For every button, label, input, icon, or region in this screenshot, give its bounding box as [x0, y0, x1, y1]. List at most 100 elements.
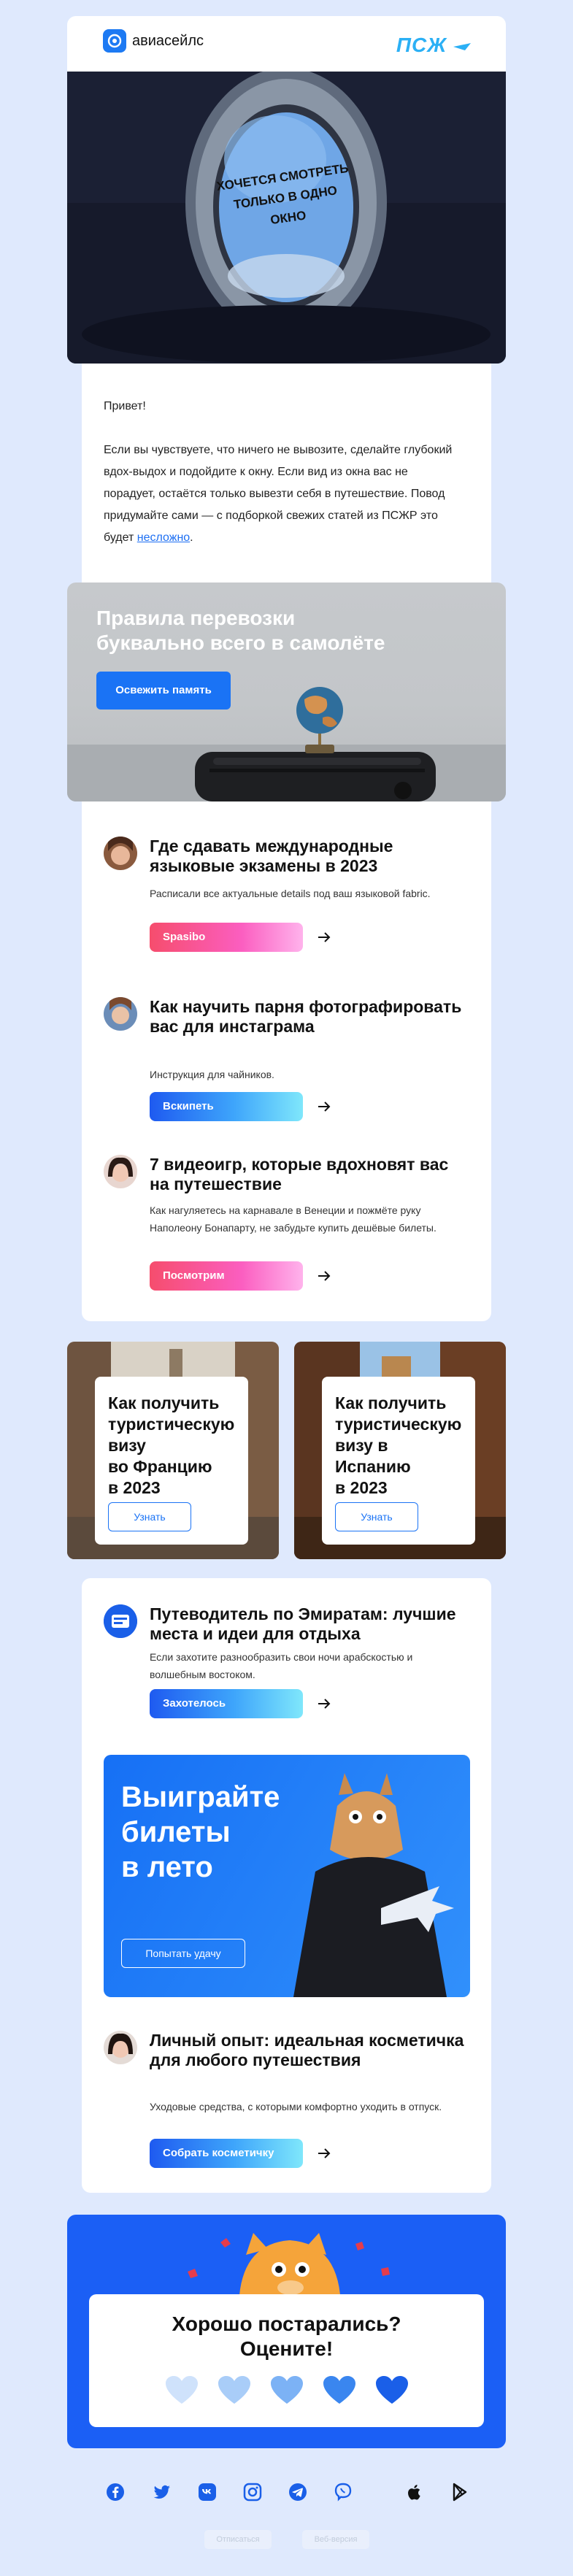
rating-card: Хорошо постарались? Оцените!: [89, 2294, 484, 2427]
visa-title-line: Испанию: [335, 1457, 411, 1476]
pszh-logo[interactable]: ПСЖ: [396, 34, 471, 57]
visa-card-body: Как получить туристическую визу в Испани…: [322, 1377, 475, 1545]
mascot-illustration: [293, 1773, 454, 1997]
article-title[interactable]: Как научить парня фотографировать вас дл…: [150, 997, 471, 1037]
heart-shape: [270, 2376, 303, 2404]
arrow-right-icon[interactable]: [315, 2145, 333, 2162]
heart-icon[interactable]: [323, 2376, 355, 2405]
intro-link[interactable]: несложно: [137, 531, 190, 544]
author-avatar: [104, 1155, 137, 1188]
visa-title-line: во Францию: [108, 1457, 212, 1476]
twitter-icon[interactable]: [152, 2482, 172, 2502]
heart-shape: [218, 2376, 250, 2404]
cosmetics-description: Уходовые средства, с которыми комфортно …: [150, 2101, 442, 2112]
promo-title-line: Выиграйте: [121, 1781, 280, 1813]
visa-spain-card[interactable]: Как получить туристическую визу в Испани…: [294, 1342, 506, 1559]
author-avatar: [104, 2031, 137, 2064]
arrow-right-icon[interactable]: [315, 928, 333, 946]
arrow-right-icon[interactable]: [315, 1098, 333, 1115]
visa-title-line: визу в: [335, 1436, 388, 1455]
uae-guide-icon: [104, 1604, 137, 1638]
google-play-icon[interactable]: [450, 2482, 470, 2502]
intro-body: Если вы чувствуете, что ничего не вывози…: [104, 444, 453, 544]
refresh-memory-button[interactable]: Освежить память: [96, 672, 231, 710]
heart-icon[interactable]: [270, 2376, 303, 2405]
cosmetics-button[interactable]: Собрать косметичку: [150, 2139, 303, 2168]
visa-title-line: туристическую: [335, 1415, 462, 1434]
author-avatar: [104, 997, 137, 1031]
facebook-icon[interactable]: [105, 2482, 126, 2502]
unsubscribe-link[interactable]: Отписаться: [204, 2530, 272, 2549]
promo-title-line: в лето: [121, 1851, 213, 1883]
intro-body-end: .: [190, 531, 193, 544]
visa-france-card[interactable]: Как получить туристическую визу во Франц…: [67, 1342, 279, 1559]
telegram-icon[interactable]: [288, 2482, 308, 2502]
promo-title: Выиграйте билеты в лето: [121, 1780, 280, 1885]
heart-icon[interactable]: [165, 2376, 198, 2405]
arrow-right-icon[interactable]: [315, 1267, 333, 1285]
heart-shape: [165, 2376, 198, 2404]
article-description: Инструкция для чайников.: [150, 1069, 274, 1080]
visa-title: Как получить туристическую визу во Франц…: [108, 1393, 235, 1499]
promo-title-line: билеты: [121, 1816, 231, 1848]
arrow-right-icon[interactable]: [315, 1695, 333, 1712]
logo-text: авиасейлс: [132, 32, 204, 49]
visa-title-line: в 2023: [335, 1478, 388, 1497]
article-title[interactable]: 7 видеоигр, которые вдохновят вас на пут…: [150, 1155, 471, 1194]
email-header: авиасейлс ПСЖ: [67, 16, 506, 72]
rating-title-line: Хорошо постарались?: [172, 2312, 401, 2335]
cosmetics-title[interactable]: Личный опыт: идеальная косметичка для лю…: [150, 2031, 471, 2070]
pszh-logo-text: ПСЖ: [396, 34, 447, 56]
visa-title-line: визу: [108, 1436, 146, 1455]
heart-shape: [375, 2376, 408, 2404]
cosmetics-article: Личный опыт: идеальная косметичка для лю…: [104, 2031, 483, 2177]
guide-card: Путеводитель по Эмиратам: лучшие места и…: [82, 1578, 491, 2193]
article-button[interactable]: Вскипеть: [150, 1092, 303, 1121]
visa-title-line: Как получить: [335, 1393, 447, 1412]
author-avatar: [104, 837, 137, 870]
rating-title-line: Оцените!: [239, 2337, 334, 2360]
articles-card: Где сдавать международные языковые экзам…: [82, 801, 491, 1321]
visa-title-line: в 2023: [108, 1478, 161, 1497]
baggage-rules-banner[interactable]: Правила перевозки буквально всего в само…: [67, 583, 506, 801]
intro-paragraph: Если вы чувствуете, что ничего не вывози…: [104, 439, 462, 549]
heart-icon[interactable]: [218, 2376, 250, 2405]
win-tickets-promo[interactable]: Выиграйте билеты в лето Попытать удачу: [104, 1755, 470, 1997]
rating-title: Хорошо постарались? Оцените!: [89, 2312, 484, 2361]
apple-icon[interactable]: [404, 2482, 425, 2502]
web-version-link[interactable]: Веб-версия: [302, 2530, 369, 2549]
guide-title[interactable]: Путеводитель по Эмиратам: лучшие места и…: [150, 1604, 471, 1644]
article-button[interactable]: Spasibo: [150, 923, 303, 952]
heart-icon[interactable]: [375, 2376, 408, 2405]
visa-title-line: туристическую: [108, 1415, 235, 1434]
social-icons: [99, 2482, 479, 2511]
guide-article: Путеводитель по Эмиратам: лучшие места и…: [104, 1604, 483, 1729]
article-title[interactable]: Где сдавать международные языковые экзам…: [150, 837, 471, 876]
rating-hearts: [89, 2376, 484, 2405]
visa-card-body: Как получить туристическую визу во Франц…: [95, 1377, 248, 1545]
article-description: Расписали все актуальные details под ваш…: [150, 888, 431, 899]
try-luck-button[interactable]: Попытать удачу: [121, 1939, 245, 1968]
instagram-icon[interactable]: [242, 2482, 263, 2502]
heart-shape: [323, 2376, 355, 2404]
aviasales-logo-icon: [103, 29, 126, 53]
guide-description: Если захотите разнообразить свои ночи ар…: [150, 1651, 413, 1680]
greeting: Привет!: [104, 400, 146, 412]
viber-icon[interactable]: [333, 2482, 353, 2502]
rating-block: Хорошо постарались? Оцените!: [67, 2215, 506, 2448]
article-item: Где сдавать международные языковые экзам…: [104, 837, 483, 968]
vk-icon[interactable]: [197, 2482, 218, 2502]
article-item: Как научить парня фотографировать вас дл…: [104, 997, 483, 1121]
aviasales-logo[interactable]: авиасейлс: [103, 29, 204, 53]
learn-button[interactable]: Узнать: [108, 1502, 191, 1531]
visa-title-line: Как получить: [108, 1393, 220, 1412]
article-button[interactable]: Посмотрим: [150, 1261, 303, 1291]
banner-title: Правила перевозки буквально всего в само…: [96, 607, 385, 654]
learn-button[interactable]: Узнать: [335, 1502, 418, 1531]
article-description: Как нагуляетесь на карнавале в Венеции и…: [150, 1204, 437, 1234]
article-item: 7 видеоигр, которые вдохновят вас на пут…: [104, 1155, 483, 1301]
guide-button[interactable]: Захотелось: [150, 1689, 303, 1718]
hero-airplane-window: ХОЧЕТСЯ СМОТРЕТЬ ТОЛЬКО В ОДНО ОКНО: [67, 72, 506, 364]
intro-text: Привет! Если вы чувствуете, что ничего н…: [82, 364, 491, 583]
airplane-window-illustration: ХОЧЕТСЯ СМОТРЕТЬ ТОЛЬКО В ОДНО ОКНО: [67, 72, 506, 364]
